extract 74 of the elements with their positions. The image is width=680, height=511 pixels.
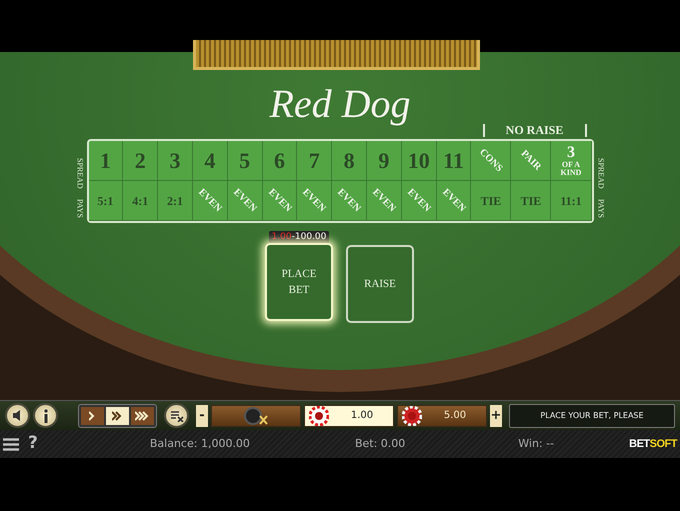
- cell-label: 6: [274, 147, 285, 175]
- cell-label: 5: [239, 147, 250, 175]
- bet-cell[interactable]: TIE: [511, 181, 552, 221]
- cell-label: 10: [408, 147, 430, 175]
- chevron-icon: [112, 410, 124, 420]
- bet-cell[interactable]: 5:1: [88, 181, 124, 221]
- bet-spot[interactable]: RAISE: [346, 245, 414, 323]
- cell-label: 3: [170, 147, 181, 175]
- bet-cell[interactable]: 4:1: [123, 181, 158, 221]
- sound-button[interactable]: [5, 403, 30, 428]
- bet-cell[interactable]: 7: [297, 141, 332, 181]
- cell-label: 11:1: [560, 192, 582, 210]
- bet-cell[interactable]: 2: [123, 141, 158, 181]
- bet-cell[interactable]: 3: [158, 141, 193, 181]
- no-raise-header: NO RAISE: [482, 124, 586, 137]
- chip-value: 5.00: [442, 409, 468, 423]
- brand-logo: BETSOFT: [629, 436, 677, 452]
- info-icon: [42, 408, 48, 422]
- bet-spot[interactable]: PLACE BET: [265, 243, 333, 321]
- list-delete-icon: [170, 410, 184, 422]
- cell-label: 2:1: [167, 192, 184, 210]
- speed-button[interactable]: [81, 406, 104, 424]
- cell-label: TIE: [520, 192, 542, 210]
- casino-chip-icon: [309, 406, 329, 426]
- cell-label: 8: [344, 147, 355, 175]
- clear-bets-button[interactable]: [164, 403, 189, 428]
- bet-cell[interactable]: 5: [228, 141, 263, 181]
- decrease-button[interactable]: -: [196, 404, 208, 426]
- bet-cell[interactable]: 2:1: [158, 181, 193, 221]
- chip-selector[interactable]: [211, 404, 301, 426]
- bet-cell[interactable]: 8: [332, 141, 367, 181]
- bet-cell[interactable]: 10: [402, 141, 437, 181]
- cell-label: 4:1: [132, 192, 148, 210]
- row-label: PAYS: [596, 198, 606, 218]
- bet-cell[interactable]: 4: [192, 141, 228, 181]
- balance-text: Balance: 1,000.00: [150, 436, 250, 452]
- bet-cell[interactable]: 9: [366, 141, 402, 181]
- info-button[interactable]: [33, 403, 58, 428]
- cell-label: 4: [204, 147, 216, 175]
- cell-label: 1: [100, 147, 111, 175]
- bet-range-label: 1.00-100.00: [268, 231, 330, 243]
- menu-icon[interactable]: [3, 438, 19, 450]
- cell-label: 7: [308, 147, 320, 175]
- cell-label: 11: [443, 147, 464, 175]
- chip-remove-icon: [243, 406, 269, 424]
- cell-label: OF A KIND: [560, 160, 582, 176]
- bet-cell[interactable]: 11:1: [551, 181, 592, 221]
- chevron-icon: [134, 410, 150, 420]
- bet-cell[interactable]: 3 OF A KIND: [551, 141, 592, 181]
- bet-cell[interactable]: 11: [436, 141, 472, 181]
- speed-button[interactable]: [131, 406, 154, 424]
- row-label: SPREAD: [74, 158, 86, 189]
- help-button[interactable]: ?: [28, 431, 38, 457]
- cell-label: 5:1: [97, 192, 114, 210]
- bet-cell[interactable]: TIE: [471, 181, 512, 221]
- cell-label: 9: [378, 147, 390, 175]
- cell-label: TIE: [480, 192, 502, 210]
- chip-selector[interactable]: 1.00: [304, 404, 394, 426]
- chip-value: 1.00: [350, 409, 374, 423]
- row-label: SPREAD: [596, 158, 606, 189]
- cell-label: 2: [134, 147, 146, 175]
- win-text: Win: --: [518, 436, 554, 452]
- cell-label: 3: [566, 144, 576, 160]
- bet-cell[interactable]: 1: [88, 141, 124, 181]
- bet-text: Bet: 0.00: [354, 436, 406, 452]
- chevron-icon: [88, 410, 96, 420]
- increase-button[interactable]: +: [490, 404, 502, 426]
- row-label: PAYS: [74, 198, 86, 218]
- speed-button[interactable]: [106, 406, 129, 424]
- message-display: PLACE YOUR BET, PLEASE: [509, 404, 675, 428]
- casino-chip-icon: [402, 406, 422, 426]
- bet-cell[interactable]: 6: [262, 141, 298, 181]
- game-title: Red Dog: [269, 84, 411, 124]
- chip-selector[interactable]: 5.00: [397, 404, 487, 426]
